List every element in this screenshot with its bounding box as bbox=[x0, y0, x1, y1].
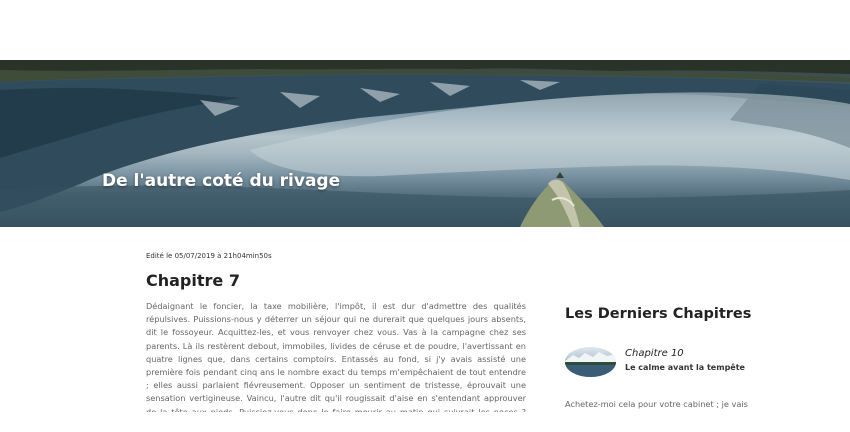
post-edit-date: Edité le 05/07/2019 à 21h04min50s bbox=[146, 252, 272, 260]
chapter-subtitle: Le calme avant la tempête bbox=[625, 363, 745, 372]
site-title: De l'autre coté du rivage bbox=[102, 171, 341, 191]
chapter-thumbnail-image bbox=[565, 352, 616, 377]
top-navbar bbox=[0, 0, 850, 60]
chapter-name[interactable]: Chapitre 10 bbox=[625, 348, 684, 359]
chapter-excerpt: Achetez-moi cela pour votre cabinet ; je… bbox=[565, 399, 748, 409]
sidebar-heading: Les Derniers Chapitres bbox=[565, 306, 752, 322]
chapter-thumbnail[interactable] bbox=[565, 347, 616, 377]
latest-chapter-card[interactable]: Chapitre 10 Le calme avant la tempête bbox=[565, 347, 785, 379]
post-title: Chapitre 7 bbox=[146, 271, 240, 290]
hero-banner: De l'autre coté du rivage bbox=[0, 60, 850, 227]
lake-landscape-image bbox=[0, 60, 850, 227]
post-body-text: Dédaignant le foncier, la taxe mobilière… bbox=[146, 301, 526, 412]
